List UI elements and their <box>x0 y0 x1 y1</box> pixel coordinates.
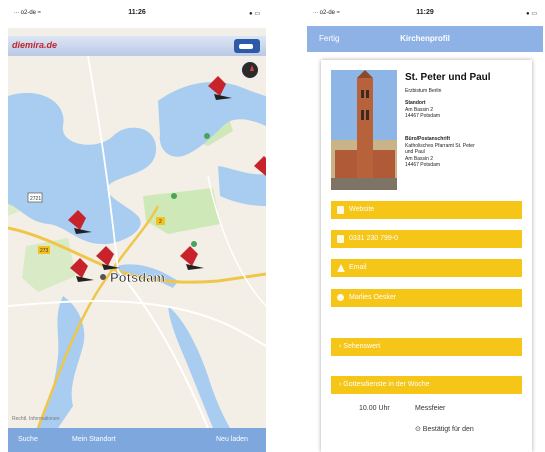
page-title: Kirchenprofil <box>400 34 450 43</box>
reload-button[interactable]: Neu laden <box>216 436 248 443</box>
phone-label: 0331 230 799-0 <box>349 235 399 242</box>
status-time: 11:29 <box>416 9 434 16</box>
location-street: Am Bassin 2 <box>405 106 434 113</box>
church-name: St. Peter und Paul <box>405 72 491 83</box>
status-bar: ∙∙∙ o2-de ≈ 11:26 ● ▭ <box>8 0 266 28</box>
diocese: Erzbistum Berlin <box>405 88 442 94</box>
battery-icon: ● ▭ <box>526 11 537 17</box>
compass-icon[interactable] <box>240 60 260 80</box>
brand-logo: diemira.de <box>12 40 58 50</box>
location-city: 14467 Potsdam <box>405 113 441 119</box>
contact-button[interactable]: Marlies Oesker <box>331 289 522 307</box>
office-line2: und Paul <box>405 149 425 155</box>
road-shield-label: 2721 <box>30 196 41 202</box>
status-bar: ∙∙∙ o2-de ≈ 11:29 ● ▭ <box>307 0 543 28</box>
city-label: Potsdam <box>110 270 165 285</box>
church-profile-screen: ∙∙∙ o2-de ≈ 11:29 ● ▭ Fertig Kirchenprof… <box>307 0 543 452</box>
phone-icon <box>337 235 344 243</box>
map-screen: ∙∙∙ o2-de ≈ 11:26 ● ▭ diemira.de 2721 2 <box>8 0 266 452</box>
office-street: Am Bassin 2 <box>405 155 434 162</box>
office-label: Büro/Postanschrift <box>405 136 451 142</box>
poi-icon[interactable] <box>191 241 197 247</box>
website-icon <box>337 206 344 214</box>
location-label: Standort <box>405 100 426 106</box>
office-block: Büro/Postanschrift Katholisches Pfarramt… <box>405 136 475 169</box>
church-photo <box>331 70 397 190</box>
website-label: Website <box>349 206 375 213</box>
mass-time: 10.00 Uhr <box>359 405 390 412</box>
road-shield-label: 273 <box>40 248 49 254</box>
search-button[interactable]: Suche <box>18 436 38 443</box>
battery-icon: ● ▭ <box>249 11 260 17</box>
my-location-button[interactable]: Mein Standort <box>72 436 116 443</box>
sights-section-toggle[interactable]: › Sehenswert <box>331 338 522 356</box>
phone-button[interactable]: 0331 230 799-0 <box>331 230 522 248</box>
weekday-services-label: ‹ Gottesdienste in der Woche <box>339 381 430 388</box>
office-line1: Katholisches Pfarramt St. Peter <box>405 142 475 149</box>
poi-icon[interactable] <box>204 133 210 139</box>
location-block: Standort Am Bassin 2 14467 Potsdam <box>405 100 440 120</box>
bottom-toolbar: Suche Mein Standort Neu laden <box>8 428 266 452</box>
road-shield-label: 2 <box>159 219 162 225</box>
app-badge-icon <box>234 39 260 53</box>
office-city: 14467 Potsdam <box>405 162 441 168</box>
mass-confirmation: ⊙ Bestätigt für den <box>415 426 474 433</box>
sights-label: › Sehenswert <box>339 343 381 350</box>
city-dot <box>100 274 106 280</box>
weekday-services-toggle[interactable]: ‹ Gottesdienste in der Woche <box>331 376 522 394</box>
map-view[interactable]: 2721 2 273 Potsdam <box>8 56 266 428</box>
email-label: Email <box>349 264 367 271</box>
nav-bar: Fertig Kirchenprofil <box>307 26 543 52</box>
brand-banner: diemira.de <box>8 36 266 56</box>
status-time: 11:26 <box>128 9 146 16</box>
map-attribution[interactable]: Rechtl. Informationen <box>12 416 60 422</box>
send-icon <box>337 264 345 272</box>
poi-icon[interactable] <box>171 193 177 199</box>
contact-label: Marlies Oesker <box>349 294 397 301</box>
mass-type: Messfeier <box>415 405 446 412</box>
person-icon <box>337 294 344 301</box>
email-button[interactable]: Email <box>331 259 522 277</box>
church-card: St. Peter und Paul Erzbistum Berlin Stan… <box>321 60 532 452</box>
website-button[interactable]: Website <box>331 201 522 219</box>
